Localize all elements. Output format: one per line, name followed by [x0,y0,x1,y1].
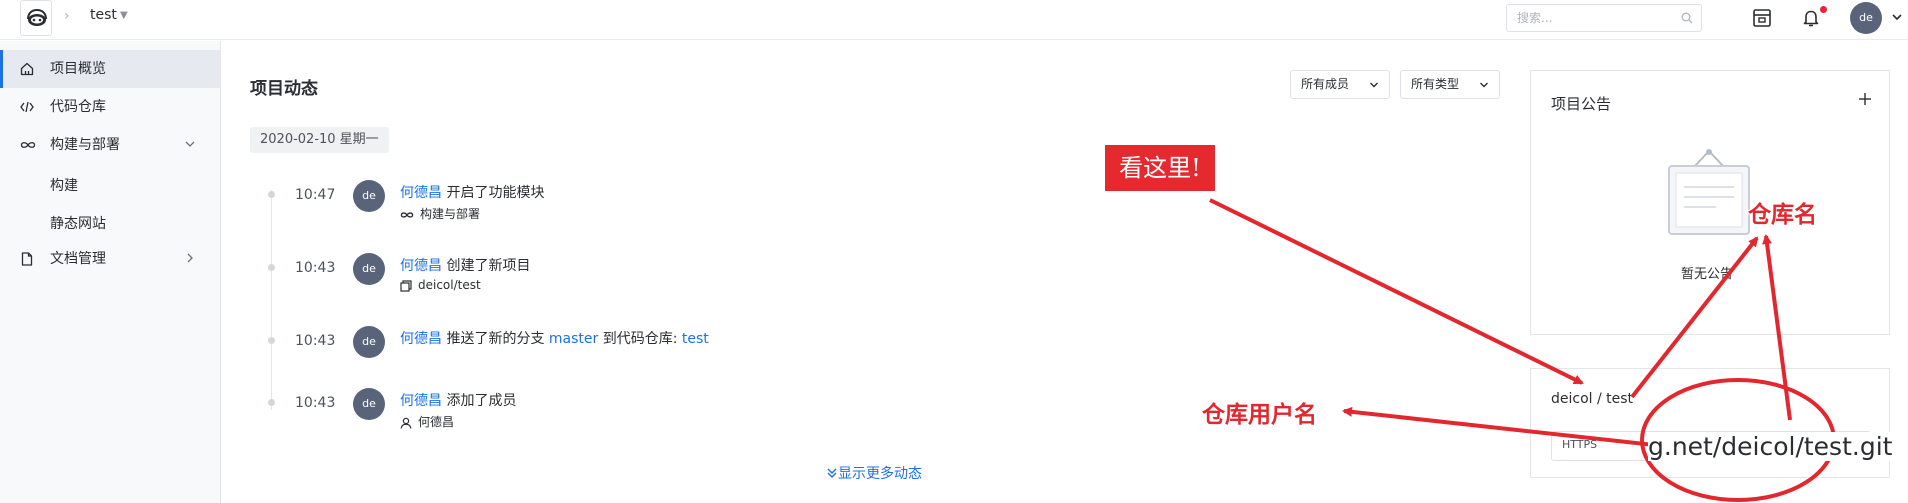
announcement-title: 项目公告 [1551,95,1612,113]
empty-text: 暂无公告 [1681,267,1734,282]
repo-name-annotation: 仓库名 [1748,202,1817,228]
activity-text: 何德昌 创建了新项目 [400,255,530,275]
bell-icon[interactable] [1800,7,1822,29]
activity-avatar[interactable]: de [353,253,385,285]
infinity-icon [20,142,36,148]
activity-sub-text[interactable]: 构建与部署 [420,207,480,221]
code-icon [20,101,34,113]
activity-time: 10:43 [295,395,336,411]
sidebar-item-overview[interactable]: 项目概览 [0,50,220,88]
clone-url-zoom: g.net/deicol/test.git [1648,432,1897,461]
sidebar-item-label: 构建与部署 [50,137,120,153]
announcement-card: 项目公告 暂无公告 [1530,70,1890,335]
workspace-icon[interactable] [1751,7,1773,29]
sidebar-item-label: 文档管理 [50,251,106,267]
activity-repo-link[interactable]: test [682,331,709,347]
timeline-dot [268,264,275,271]
sidebar-item-build[interactable]: 构建 [50,175,78,195]
member-filter-value: 所有成员 [1301,77,1350,91]
chevron-right-icon [187,253,193,263]
double-chevron-down-icon [827,468,837,478]
activity-sub: deicol/test [400,278,481,292]
activity-sub: 何德昌 [400,413,454,430]
activity-sub-text[interactable]: 何德昌 [418,415,454,429]
activity-user-link[interactable]: 何德昌 [400,393,442,409]
sidebar-item-docs[interactable]: 文档管理 [0,240,220,278]
notification-badge [1820,6,1827,13]
timeline-dot [268,399,275,406]
activity-sub: 构建与部署 [400,205,480,222]
copy-icon [400,280,412,292]
activity-user-link[interactable]: 何德昌 [400,258,442,274]
repo-user-annotation: 仓库用户名 [1202,402,1317,428]
chevron-down-icon [1370,82,1378,88]
chevron-down-icon [185,141,195,147]
logo-icon [27,8,47,26]
chevron-down-icon[interactable] [1890,10,1904,24]
sidebar: 项目概览 代码仓库 构建与部署 构建 静态网站 文档管理 [0,41,221,503]
timeline-dot [268,337,275,344]
project-dropdown-icon[interactable]: ▼ [120,10,128,21]
date-label: 2020-02-10 星期一 [250,127,389,153]
page-title: 项目动态 [250,79,318,99]
activity-action-2: 到代码仓库: [602,331,678,347]
clone-protocol-label[interactable]: HTTPS [1562,438,1597,451]
show-more-link[interactable]: 显示更多动态 [826,463,922,483]
activity-action: 开启了功能模块 [446,185,545,201]
empty-board-icon [1668,149,1750,235]
repository-name[interactable]: deicol / test [1551,391,1633,407]
activity-text: 何德昌 推送了新的分支 master 到代码仓库: test [400,328,709,348]
sidebar-item-build-deploy[interactable]: 构建与部署 [0,126,220,164]
activity-avatar[interactable]: de [353,180,385,212]
home-icon [20,62,34,76]
document-icon [21,252,33,266]
activity-avatar[interactable]: de [353,326,385,358]
search-icon [1681,12,1693,24]
repository-card: deicol / test HTTPS [1530,368,1890,478]
activity-action: 添加了成员 [446,393,517,409]
project-name[interactable]: test [90,7,117,23]
activity-branch-link[interactable]: master [549,331,598,347]
search-input[interactable]: 搜索... [1506,4,1702,32]
activity-avatar[interactable]: de [353,388,385,420]
user-avatar[interactable]: de [1850,2,1882,34]
top-bar: › test ▼ 搜索... de [0,0,1908,40]
infinity-icon [400,212,414,218]
activity-text: 何德昌 添加了成员 [400,390,516,410]
activity-action: 创建了新项目 [446,258,531,274]
activity-time: 10:47 [295,187,336,203]
look-here-callout: 看这里! [1105,145,1215,191]
app-logo[interactable] [20,0,52,36]
user-icon [400,417,412,429]
activity-time: 10:43 [295,260,336,276]
activity-action: 推送了新的分支 [446,331,545,347]
type-filter-value: 所有类型 [1411,77,1460,91]
activity-user-link[interactable]: 何德昌 [400,185,442,201]
search-placeholder: 搜索... [1517,11,1553,25]
member-filter-select[interactable]: 所有成员 [1290,70,1390,99]
chevron-down-icon [1480,82,1488,88]
sidebar-item-label: 代码仓库 [50,99,106,115]
activity-time: 10:43 [295,333,336,349]
timeline-dot [268,191,275,198]
show-more-label: 显示更多动态 [838,466,922,482]
plus-icon[interactable] [1857,91,1873,107]
sidebar-item-label: 项目概览 [50,61,106,77]
activity-sub-text[interactable]: deicol/test [418,278,481,292]
timeline-line [271,190,272,410]
activity-text: 何德昌 开启了功能模块 [400,182,544,202]
activity-user-link[interactable]: 何德昌 [400,331,442,347]
sidebar-item-code-repo[interactable]: 代码仓库 [0,88,220,126]
sidebar-item-static-site[interactable]: 静态网站 [50,213,106,233]
breadcrumb-separator-icon: › [64,8,70,24]
type-filter-select[interactable]: 所有类型 [1400,70,1500,99]
